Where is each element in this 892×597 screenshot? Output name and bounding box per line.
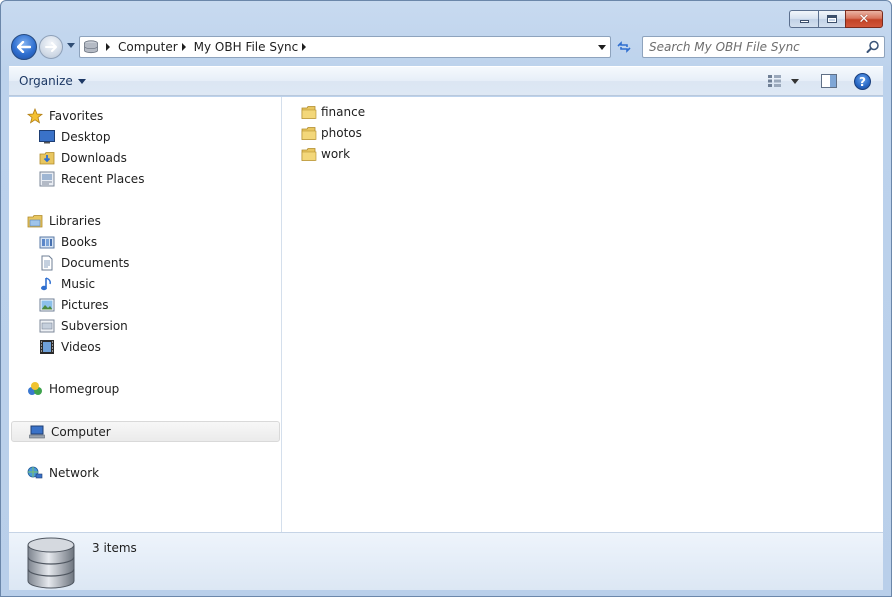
minimize-button[interactable]	[789, 10, 818, 28]
preview-pane-button[interactable]	[821, 74, 837, 91]
nav-item-label: Books	[61, 235, 98, 249]
explorer-window: ✕ Computer My OBH File Sync Search My OB…	[0, 0, 892, 597]
database-drive-icon	[25, 537, 77, 592]
nav-network-label: Network	[49, 466, 100, 480]
nav-network[interactable]: Network	[27, 463, 99, 483]
caption-buttons: ✕	[789, 10, 883, 28]
file-list: finance photos work	[283, 97, 883, 532]
close-icon: ✕	[858, 11, 870, 27]
folder-icon	[301, 146, 317, 162]
nav-computer[interactable]: Computer	[11, 421, 280, 442]
nav-item-label: Recent Places	[61, 172, 145, 186]
navigation-bar: Computer My OBH File Sync	[9, 34, 885, 60]
nav-item-music[interactable]: Music	[39, 274, 95, 294]
nav-item-label: Desktop	[61, 130, 111, 144]
folder-icon	[301, 125, 317, 141]
computer-icon	[29, 424, 45, 440]
file-item-photos[interactable]: photos	[301, 124, 362, 142]
back-arrow-icon	[17, 41, 31, 53]
search-input[interactable]	[649, 39, 859, 55]
help-icon: ?	[859, 74, 866, 89]
nav-libraries-label: Libraries	[49, 214, 101, 228]
organize-button[interactable]: Organize	[19, 74, 86, 88]
maximize-button[interactable]	[818, 10, 845, 28]
nav-item-documents[interactable]: Documents	[39, 253, 129, 273]
desktop-icon	[39, 129, 55, 145]
address-history-dropdown[interactable]	[598, 45, 606, 50]
file-name: finance	[321, 105, 366, 119]
star-icon	[27, 108, 43, 124]
help-button[interactable]: ?	[854, 73, 871, 90]
folder-icon	[301, 104, 317, 120]
nav-favorites[interactable]: Favorites	[27, 106, 103, 126]
views-dropdown-icon	[791, 78, 799, 84]
command-bar: Organize ?	[9, 66, 883, 96]
nav-item-recent-places[interactable]: Recent Places	[39, 169, 144, 189]
breadcrumb-current-folder[interactable]: My OBH File Sync	[194, 40, 299, 54]
forward-arrow-icon	[45, 42, 57, 52]
forward-button[interactable]	[39, 35, 63, 59]
address-bar[interactable]: Computer My OBH File Sync	[79, 36, 611, 58]
recent-pages-dropdown[interactable]	[67, 43, 75, 48]
downloads-icon	[39, 150, 55, 166]
videos-icon	[39, 339, 55, 355]
nav-homegroup[interactable]: Homegroup	[27, 379, 119, 399]
homegroup-icon	[27, 381, 43, 397]
refresh-button[interactable]	[613, 36, 635, 58]
file-name: work	[321, 147, 351, 161]
nav-computer-label: Computer	[51, 424, 111, 439]
organize-label: Organize	[19, 74, 73, 88]
libraries-icon	[27, 213, 43, 229]
music-icon	[39, 276, 55, 292]
file-name: photos	[321, 126, 362, 140]
network-icon	[27, 465, 43, 481]
nav-item-downloads[interactable]: Downloads	[39, 148, 127, 168]
nav-homegroup-label: Homegroup	[49, 382, 120, 396]
close-button[interactable]: ✕	[845, 10, 883, 28]
documents-icon	[39, 255, 55, 271]
refresh-icon	[617, 41, 631, 53]
maximize-icon	[827, 15, 837, 23]
views-icon	[768, 75, 781, 87]
preview-pane-icon	[821, 74, 837, 88]
recent-places-icon	[39, 171, 55, 187]
nav-item-label: Pictures	[61, 298, 109, 312]
drive-icon	[80, 37, 102, 57]
subversion-icon	[39, 318, 55, 334]
nav-item-label: Downloads	[61, 151, 127, 165]
nav-item-pictures[interactable]: Pictures	[39, 295, 109, 315]
books-icon	[39, 234, 55, 250]
breadcrumb-computer[interactable]: Computer	[118, 40, 178, 54]
breadcrumb-separator[interactable]	[181, 43, 186, 51]
search-icon[interactable]	[866, 40, 880, 54]
search-box[interactable]	[642, 36, 885, 58]
navigation-pane: Favorites Desktop Downloads Recent Place…	[9, 97, 282, 532]
back-button[interactable]	[11, 34, 37, 60]
details-pane: 3 items	[9, 532, 883, 590]
file-item-finance[interactable]: finance	[301, 103, 365, 121]
nav-item-label: Videos	[61, 340, 101, 354]
breadcrumb-separator[interactable]	[106, 43, 110, 51]
nav-favorites-label: Favorites	[49, 109, 104, 123]
nav-libraries[interactable]: Libraries	[27, 211, 101, 231]
chevron-down-icon	[77, 78, 86, 84]
nav-item-desktop[interactable]: Desktop	[39, 127, 111, 147]
nav-item-label: Documents	[61, 256, 130, 270]
nav-item-label: Subversion	[61, 319, 128, 333]
nav-item-subversion[interactable]: Subversion	[39, 316, 128, 336]
nav-item-books[interactable]: Books	[39, 232, 97, 252]
nav-item-label: Music	[61, 277, 96, 291]
breadcrumb-separator[interactable]	[302, 43, 307, 51]
minimize-icon	[799, 20, 809, 23]
pictures-icon	[39, 297, 55, 313]
content-area: Favorites Desktop Downloads Recent Place…	[9, 97, 883, 532]
nav-item-videos[interactable]: Videos	[39, 337, 101, 357]
item-count: 3 items	[92, 541, 137, 555]
file-item-work[interactable]: work	[301, 145, 350, 163]
change-view-button[interactable]	[767, 74, 799, 88]
